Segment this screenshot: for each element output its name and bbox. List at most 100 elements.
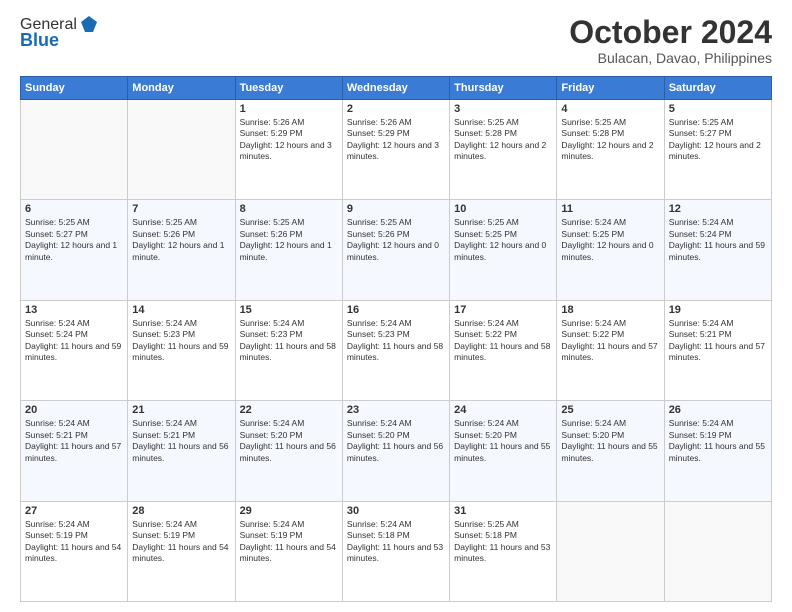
- calendar-cell: 24Sunrise: 5:24 AM Sunset: 5:20 PM Dayli…: [450, 401, 557, 501]
- calendar-cell: 7Sunrise: 5:25 AM Sunset: 5:26 PM Daylig…: [128, 200, 235, 300]
- day-content: Sunrise: 5:25 AM Sunset: 5:26 PM Dayligh…: [132, 217, 230, 263]
- calendar-cell: 16 Sunrise: 5:24 AM Sunset: 5:23 PM Dayli…: [342, 300, 449, 400]
- day-number: 12: [669, 203, 767, 215]
- day-number: 22: [240, 404, 338, 416]
- calendar-day-header: Saturday: [664, 77, 771, 100]
- day-content: Sunrise: 5:24 AM Sunset: 5:18 PM Dayligh…: [347, 519, 445, 565]
- day-content: Sunrise: 5:24 AM Sunset: 5:24 PM Dayligh…: [669, 217, 767, 263]
- calendar-day-header: Friday: [557, 77, 664, 100]
- calendar-cell: 2 Sunrise: 5:26 AM Sunset: 5:29 PM Daylig…: [342, 100, 449, 200]
- calendar-cell: 23 Sunrise: 5:24 AM Sunset: 5:20 PM Dayli…: [342, 401, 449, 501]
- day-content: Sunrise: 5:24 AM Sunset: 5:20 PM Dayligh…: [240, 418, 338, 464]
- day-number: 21: [132, 404, 230, 416]
- day-number: 15: [240, 304, 338, 316]
- day-content: Sunrise: 5:24 AM Sunset: 5:23 PM Dayligh…: [132, 318, 230, 364]
- day-number: 1: [240, 103, 338, 115]
- calendar-cell: 17 Sunrise: 5:24 AM Sunset: 5:22 PM Dayli…: [450, 300, 557, 400]
- logo-flag-icon: [79, 14, 99, 34]
- calendar-day-header: Tuesday: [235, 77, 342, 100]
- day-number: 26: [669, 404, 767, 416]
- day-number: 5: [669, 103, 767, 115]
- calendar-table: SundayMondayTuesdayWednesdayThursdayFrid…: [20, 76, 772, 602]
- day-number: 28: [132, 505, 230, 517]
- calendar-cell: 4 Sunrise: 5:25 AM Sunset: 5:28 PM Daylig…: [557, 100, 664, 200]
- day-content: Sunrise: 5:24 AM Sunset: 5:20 PM Dayligh…: [454, 418, 552, 464]
- calendar-day-header: Thursday: [450, 77, 557, 100]
- calendar-cell: 20 Sunrise: 5:24 AM Sunset: 5:21 PM Dayli…: [21, 401, 128, 501]
- calendar-week-row: 13 Sunrise: 5:24 AM Sunset: 5:24 PM Dayli…: [21, 300, 772, 400]
- day-content: Sunrise: 5:24 AM Sunset: 5:22 PM Dayligh…: [561, 318, 659, 364]
- day-number: 9: [347, 203, 445, 215]
- day-number: 16: [347, 304, 445, 316]
- calendar-cell: [664, 501, 771, 601]
- calendar-cell: 3Sunrise: 5:25 AM Sunset: 5:28 PM Daylig…: [450, 100, 557, 200]
- day-content: Sunrise: 5:25 AM Sunset: 5:26 PM Dayligh…: [240, 217, 338, 263]
- calendar-cell: [21, 100, 128, 200]
- day-number: 6: [25, 203, 123, 215]
- calendar-day-header: Sunday: [21, 77, 128, 100]
- day-content: Sunrise: 5:24 AM Sunset: 5:23 PM Dayligh…: [347, 318, 445, 364]
- calendar-cell: 8Sunrise: 5:25 AM Sunset: 5:26 PM Daylig…: [235, 200, 342, 300]
- calendar-cell: 9 Sunrise: 5:25 AM Sunset: 5:26 PM Daylig…: [342, 200, 449, 300]
- day-content: Sunrise: 5:25 AM Sunset: 5:28 PM Dayligh…: [561, 117, 659, 163]
- day-number: 2: [347, 103, 445, 115]
- day-number: 14: [132, 304, 230, 316]
- day-content: Sunrise: 5:24 AM Sunset: 5:19 PM Dayligh…: [240, 519, 338, 565]
- day-number: 31: [454, 505, 552, 517]
- calendar-cell: 15 Sunrise: 5:24 AM Sunset: 5:23 PM Dayli…: [235, 300, 342, 400]
- calendar-cell: [557, 501, 664, 601]
- calendar-header-row: SundayMondayTuesdayWednesdayThursdayFrid…: [21, 77, 772, 100]
- day-number: 10: [454, 203, 552, 215]
- calendar-cell: 27 Sunrise: 5:24 AM Sunset: 5:19 PM Dayli…: [21, 501, 128, 601]
- day-content: Sunrise: 5:24 AM Sunset: 5:19 PM Dayligh…: [132, 519, 230, 565]
- day-content: Sunrise: 5:25 AM Sunset: 5:27 PM Dayligh…: [669, 117, 767, 163]
- day-content: Sunrise: 5:25 AM Sunset: 5:27 PM Dayligh…: [25, 217, 123, 263]
- calendar-cell: 30 Sunrise: 5:24 AM Sunset: 5:18 PM Dayli…: [342, 501, 449, 601]
- day-number: 30: [347, 505, 445, 517]
- day-content: Sunrise: 5:25 AM Sunset: 5:28 PM Dayligh…: [454, 117, 552, 163]
- month-title: October 2024: [569, 16, 772, 48]
- calendar-cell: 10 Sunrise: 5:25 AM Sunset: 5:25 PM Dayli…: [450, 200, 557, 300]
- calendar-cell: [128, 100, 235, 200]
- day-number: 13: [25, 304, 123, 316]
- calendar-cell: 29 Sunrise: 5:24 AM Sunset: 5:19 PM Dayli…: [235, 501, 342, 601]
- calendar-cell: 21Sunrise: 5:24 AM Sunset: 5:21 PM Dayli…: [128, 401, 235, 501]
- calendar-cell: 26 Sunrise: 5:24 AM Sunset: 5:19 PM Dayli…: [664, 401, 771, 501]
- location: Bulacan, Davao, Philippines: [569, 50, 772, 66]
- calendar-cell: 14 Sunrise: 5:24 AM Sunset: 5:23 PM Dayli…: [128, 300, 235, 400]
- day-content: Sunrise: 5:25 AM Sunset: 5:26 PM Dayligh…: [347, 217, 445, 263]
- calendar-cell: 6 Sunrise: 5:25 AM Sunset: 5:27 PM Daylig…: [21, 200, 128, 300]
- day-content: Sunrise: 5:26 AM Sunset: 5:29 PM Dayligh…: [240, 117, 338, 163]
- header-right: October 2024 Bulacan, Davao, Philippines: [569, 16, 772, 66]
- day-number: 27: [25, 505, 123, 517]
- page: General Blue October 2024 Bulacan, Davao…: [0, 0, 792, 612]
- day-content: Sunrise: 5:24 AM Sunset: 5:20 PM Dayligh…: [561, 418, 659, 464]
- calendar-cell: 18Sunrise: 5:24 AM Sunset: 5:22 PM Dayli…: [557, 300, 664, 400]
- header: General Blue October 2024 Bulacan, Davao…: [20, 16, 772, 66]
- calendar-cell: 12 Sunrise: 5:24 AM Sunset: 5:24 PM Dayli…: [664, 200, 771, 300]
- calendar-cell: 19Sunrise: 5:24 AM Sunset: 5:21 PM Dayli…: [664, 300, 771, 400]
- day-content: Sunrise: 5:24 AM Sunset: 5:19 PM Dayligh…: [669, 418, 767, 464]
- day-content: Sunrise: 5:24 AM Sunset: 5:19 PM Dayligh…: [25, 519, 123, 565]
- day-number: 4: [561, 103, 659, 115]
- day-content: Sunrise: 5:24 AM Sunset: 5:21 PM Dayligh…: [25, 418, 123, 464]
- calendar-cell: 5 Sunrise: 5:25 AM Sunset: 5:27 PM Daylig…: [664, 100, 771, 200]
- day-content: Sunrise: 5:24 AM Sunset: 5:22 PM Dayligh…: [454, 318, 552, 364]
- calendar-cell: 25Sunrise: 5:24 AM Sunset: 5:20 PM Dayli…: [557, 401, 664, 501]
- calendar-cell: 13 Sunrise: 5:24 AM Sunset: 5:24 PM Dayli…: [21, 300, 128, 400]
- day-content: Sunrise: 5:25 AM Sunset: 5:25 PM Dayligh…: [454, 217, 552, 263]
- logo: General Blue: [20, 16, 99, 51]
- calendar-cell: 11Sunrise: 5:24 AM Sunset: 5:25 PM Dayli…: [557, 200, 664, 300]
- day-content: Sunrise: 5:24 AM Sunset: 5:23 PM Dayligh…: [240, 318, 338, 364]
- day-content: Sunrise: 5:24 AM Sunset: 5:20 PM Dayligh…: [347, 418, 445, 464]
- day-number: 20: [25, 404, 123, 416]
- calendar-week-row: 6 Sunrise: 5:25 AM Sunset: 5:27 PM Daylig…: [21, 200, 772, 300]
- day-content: Sunrise: 5:24 AM Sunset: 5:24 PM Dayligh…: [25, 318, 123, 364]
- day-number: 17: [454, 304, 552, 316]
- day-content: Sunrise: 5:26 AM Sunset: 5:29 PM Dayligh…: [347, 117, 445, 163]
- calendar-cell: 1 Sunrise: 5:26 AM Sunset: 5:29 PM Daylig…: [235, 100, 342, 200]
- calendar-day-header: Monday: [128, 77, 235, 100]
- day-number: 23: [347, 404, 445, 416]
- calendar-week-row: 27 Sunrise: 5:24 AM Sunset: 5:19 PM Dayli…: [21, 501, 772, 601]
- day-number: 29: [240, 505, 338, 517]
